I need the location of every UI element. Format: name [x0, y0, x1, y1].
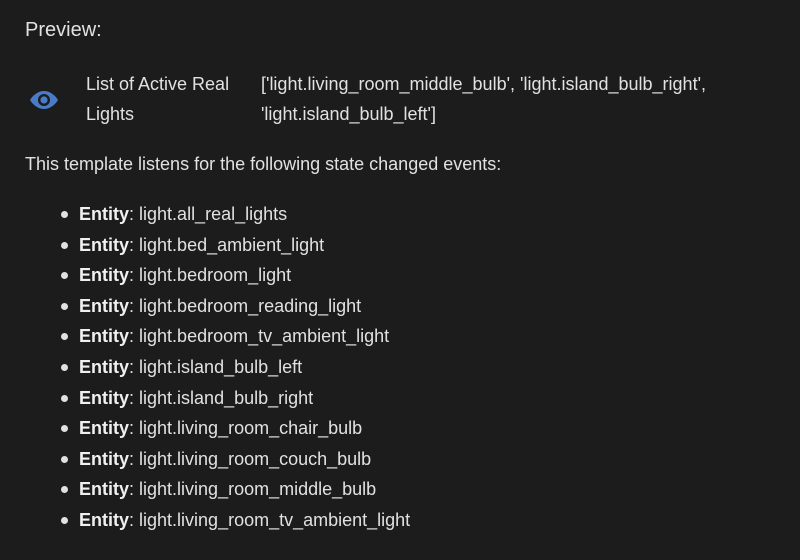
listener-separator: :	[129, 326, 140, 347]
listener-separator: :	[129, 234, 140, 255]
listener-entity-id: light.living_room_chair_bulb	[139, 418, 363, 439]
eye-icon	[29, 87, 59, 113]
list-item: Entity: light.bedroom_light	[61, 260, 410, 291]
entity-name: List of Active Real Lights	[86, 74, 230, 124]
listener-separator: :	[129, 479, 140, 500]
bullet-icon	[61, 211, 68, 218]
listener-separator: :	[129, 418, 140, 439]
bullet-icon	[61, 516, 68, 524]
listener-list: Entity: light.all_real_lights Entity: lig…	[61, 199, 410, 536]
bullet-icon	[61, 363, 68, 371]
listener-type-label: Entity	[79, 295, 130, 316]
listener-entity-id: light.living_room_middle_bulb	[139, 479, 377, 500]
listener-separator: :	[129, 448, 140, 469]
bullet-icon	[61, 394, 68, 402]
list-item: Entity: light.all_real_lights	[61, 199, 410, 230]
listener-entity-id: light.bedroom_tv_ambient_light	[139, 326, 390, 347]
listener-type-label: Entity	[79, 509, 130, 530]
list-item: Entity: light.bed_ambient_light	[61, 230, 410, 261]
listener-separator: :	[129, 356, 140, 377]
list-item: Entity: light.bedroom_tv_ambient_light	[61, 321, 410, 352]
list-item: Entity: light.island_bulb_right	[61, 383, 410, 414]
listeners-intro: This template listens for the following …	[25, 154, 502, 174]
listener-entity-id: light.all_real_lights	[139, 204, 288, 224]
listener-entity-id: light.bedroom_light	[139, 265, 292, 286]
list-item: Entity: light.living_room_chair_bulb	[61, 413, 410, 444]
listener-type-label: Entity	[79, 204, 130, 224]
listener-type-label: Entity	[79, 418, 130, 439]
listener-separator: :	[129, 204, 140, 224]
bullet-icon	[61, 455, 68, 463]
listener-entity-id: light.island_bulb_right	[139, 387, 314, 408]
preview-entity-row[interactable]: List of Active Real Lights ['light.livin…	[25, 69, 785, 131]
listener-entity-id: light.island_bulb_left	[139, 356, 303, 377]
listener-type-label: Entity	[79, 234, 130, 255]
preview-heading: Preview:	[25, 19, 102, 41]
listener-type-label: Entity	[79, 326, 130, 347]
list-item: Entity: light.living_room_tv_ambient_lig…	[61, 505, 410, 536]
bullet-icon	[61, 272, 68, 280]
listener-separator: :	[129, 387, 140, 408]
listener-entity-id: light.bedroom_reading_light	[139, 295, 362, 316]
bullet-icon	[61, 302, 68, 310]
listener-type-label: Entity	[79, 448, 130, 469]
listener-type-label: Entity	[79, 265, 130, 286]
list-item: Entity: light.island_bulb_left	[61, 352, 410, 383]
listener-entity-id: light.living_room_tv_ambient_light	[139, 509, 411, 530]
list-item: Entity: light.living_room_couch_bulb	[61, 444, 410, 475]
entity-state: ['light.living_room_middle_bulb', 'light…	[261, 74, 707, 124]
listener-type-label: Entity	[79, 479, 130, 500]
bullet-icon	[61, 241, 68, 249]
listener-entity-id: light.living_room_couch_bulb	[139, 448, 372, 469]
bullet-icon	[61, 425, 68, 433]
listener-type-label: Entity	[79, 356, 130, 377]
listener-separator: :	[129, 509, 140, 530]
bullet-icon	[61, 333, 68, 341]
list-item: Entity: light.bedroom_reading_light	[61, 291, 410, 322]
bullet-icon	[61, 486, 68, 494]
listener-separator: :	[129, 265, 140, 286]
list-item: Entity: light.living_room_middle_bulb	[61, 474, 410, 505]
listener-separator: :	[129, 295, 140, 316]
listener-entity-id: light.bed_ambient_light	[139, 234, 325, 255]
listener-type-label: Entity	[79, 387, 130, 408]
